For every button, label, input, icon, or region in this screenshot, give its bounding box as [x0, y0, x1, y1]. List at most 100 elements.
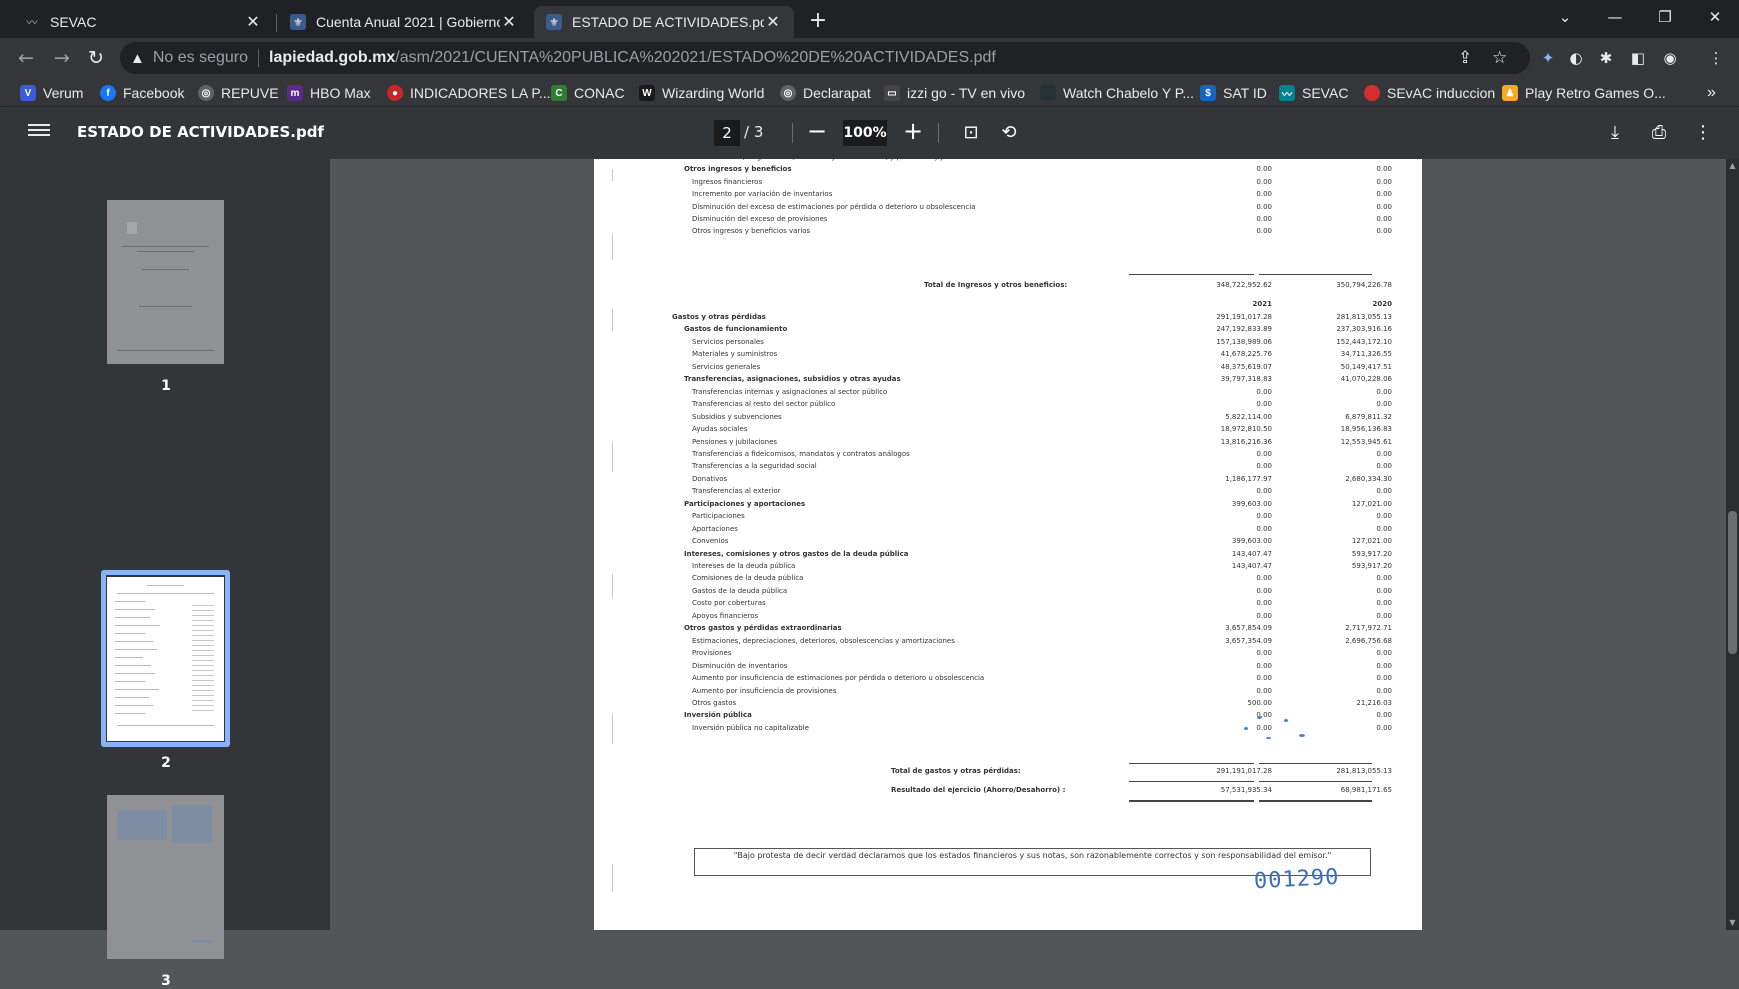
value-2021: 0.00 — [1256, 586, 1272, 595]
more-menu-icon[interactable]: ⋮ — [1702, 44, 1730, 72]
zoom-out-button[interactable]: − — [802, 117, 832, 147]
value-2021: 0.00 — [1256, 487, 1272, 496]
statement-row: Ingresos financieros 0.00 0.00 — [594, 178, 1422, 191]
thumbnail-page-1[interactable] — [107, 200, 224, 364]
bookmark-play-retro-games[interactable]: ♟ Play Retro Games O... — [1502, 83, 1666, 103]
statement-row: Subsidios y subvenciones 5,822,114.00 6,87… — [594, 413, 1422, 426]
scrollbar-thumb[interactable] — [1728, 511, 1737, 654]
thumb-mark — [192, 940, 212, 943]
fit-page-icon[interactable]: ⊡ — [958, 120, 984, 146]
vertical-scrollbar[interactable]: ▲ ▼ — [1726, 159, 1739, 930]
value-2020: 0.00 — [1376, 649, 1392, 658]
row-label: Intereses, comisiones y otros gastos de … — [684, 549, 909, 558]
bookmarks-overflow-button[interactable]: » — [1707, 83, 1716, 103]
tab-sevac[interactable]: 〰 SEVAC ✕ — [12, 6, 274, 38]
page-number-input[interactable]: 2 — [714, 120, 740, 146]
forward-button[interactable]: → — [48, 44, 76, 72]
download-icon[interactable]: ⤓ — [1602, 120, 1628, 146]
warning-icon: ▲ — [130, 49, 145, 67]
value-2021: 41,678,225.76 — [1220, 350, 1272, 359]
total-gastos-row: Total de gastos y otras pérdidas: 291,19… — [594, 767, 1422, 780]
close-tab-icon[interactable]: ✕ — [244, 12, 262, 32]
avatar[interactable]: ◉ — [1656, 44, 1684, 72]
zoom-level-input[interactable]: 100% — [843, 120, 887, 146]
row-label: Materiales y suministros — [692, 350, 778, 359]
print-icon[interactable]: ⎙ — [1646, 120, 1672, 146]
bookmark-watch-chabelo[interactable]: Watch Chabelo Y P... — [1040, 83, 1194, 103]
reload-button[interactable]: ↻ — [82, 44, 110, 72]
bookmark-sevac[interactable]: 〰 SEVAC — [1279, 83, 1348, 103]
row-label: Inversión pública no capitalizable — [692, 723, 809, 732]
total-gastos-label: Total de gastos y otras pérdidas: — [891, 767, 1021, 775]
thumbnail-page-3[interactable] — [107, 795, 224, 959]
bookmark-izzi-go[interactable]: ▭ izzi go - TV en vivo — [884, 83, 1025, 103]
hbo-max-icon: m — [287, 85, 303, 101]
value-2021: 0.00 — [1256, 574, 1272, 583]
pdf-viewport[interactable]: Transferencias, asignaciones, subsidios … — [330, 159, 1726, 930]
close-tab-icon[interactable]: ✕ — [500, 12, 518, 32]
bookmark-sat-id[interactable]: $ SAT ID — [1200, 83, 1267, 103]
bookmark-facebook[interactable]: f Facebook — [100, 83, 184, 103]
bookmark-indicadores[interactable]: ● INDICADORES LA P... — [387, 83, 551, 103]
bookmark-hbo-max[interactable]: m HBO Max — [287, 83, 371, 103]
statement-row: Participaciones 0.00 0.00 — [594, 512, 1422, 525]
value-2020: 0.00 — [1376, 177, 1392, 186]
value-2021: 0.00 — [1256, 611, 1272, 620]
bookmark-sevac-induccion[interactable]: SEvAC induccion — [1364, 83, 1495, 103]
rotate-icon[interactable]: ⟲ — [996, 120, 1022, 146]
tab-estado-actividades[interactable]: ⚜ ESTADO DE ACTIVIDADES.pdf ✕ — [534, 6, 794, 38]
thumbnail-page-2[interactable] — [107, 577, 224, 741]
value-2020: 0.00 — [1376, 674, 1392, 683]
statement-row: Provisiones 0.00 0.00 — [594, 649, 1422, 662]
thumb-line — [115, 681, 145, 682]
tab-cuenta-anual[interactable]: ⚜ Cuenta Anual 2021 | Gobierno de ✕ — [278, 6, 530, 38]
value-2020: 41,070,228.06 — [1340, 375, 1392, 384]
tab-search-button[interactable]: ⌄ — [1542, 0, 1588, 34]
statement-row: Servicios personales 157,138,989.06 152,44… — [594, 338, 1422, 351]
bookmark-wizarding-world[interactable]: W Wizarding World — [639, 83, 764, 103]
bookmark-verum[interactable]: V Verum — [20, 83, 83, 103]
statement-row: Inversión pública no capitalizable 0.00 0.… — [594, 724, 1422, 737]
scroll-up-icon[interactable]: ▲ — [1726, 159, 1739, 173]
bookmark-repuve[interactable]: ◎ REPUVE — [198, 83, 279, 103]
new-tab-button[interactable]: + — [804, 8, 832, 36]
thumb-line — [122, 246, 209, 247]
statement-row: Pensiones y jubilaciones 13,816,216.36 12,… — [594, 438, 1422, 451]
statement-row: Otros ingresos y beneficios 0.00 0.00 — [594, 165, 1422, 178]
close-window-button[interactable]: ✕ — [1692, 0, 1738, 34]
row-label: Servicios generales — [692, 362, 761, 371]
share-icon[interactable]: ⇪ — [1458, 48, 1472, 68]
more-actions-icon[interactable]: ⋮ — [1690, 120, 1716, 146]
puzzle-icon[interactable]: ✱ — [1592, 44, 1620, 72]
folio-stamp: 001290 — [1253, 864, 1341, 895]
browser-toolbar: ← → ↻ ▲ No es seguro lapiedad.gob.mx /as… — [0, 38, 1739, 79]
sidebar-menu-icon[interactable] — [28, 121, 50, 143]
thumbnail-label: 1 — [161, 378, 171, 394]
back-button[interactable]: ← — [12, 44, 40, 72]
bookmark-label: HBO Max — [310, 85, 371, 101]
thumbnail-label: 3 — [161, 973, 171, 989]
total-ingresos-2021: 348,722,952.62 — [1216, 281, 1272, 289]
statement-row: Disminución de inventarios 0.00 0.00 — [594, 662, 1422, 675]
bookmark-star-icon[interactable]: ☆ — [1492, 48, 1507, 68]
toolbar-divider — [792, 123, 793, 143]
statement-row: Transferencias a la seguridad social 0.00… — [594, 462, 1422, 475]
bookmark-conac[interactable]: C CONAC — [551, 83, 625, 103]
restore-button[interactable]: ❐ — [1642, 0, 1688, 34]
statement-row: Comisiones de la deuda pública 0.00 0.00 — [594, 574, 1422, 587]
sidepanel-icon[interactable]: ◧ — [1624, 44, 1652, 72]
extension-icon[interactable]: ◐ — [1562, 44, 1590, 72]
extension-icon[interactable]: ✦ — [1534, 44, 1562, 72]
zoom-in-button[interactable]: + — [898, 117, 928, 147]
bookmark-declarapat[interactable]: ◎ Declarapat — [780, 83, 871, 103]
bookmark-label: Play Retro Games O... — [1525, 85, 1666, 101]
minimize-button[interactable]: — — [1592, 0, 1638, 34]
value-2020: 0.00 — [1376, 574, 1392, 583]
statement-row: Transferencias al resto del sector públi… — [594, 400, 1422, 413]
close-tab-icon[interactable]: ✕ — [764, 12, 782, 32]
address-bar[interactable]: ▲ No es seguro lapiedad.gob.mx /asm/2021… — [120, 42, 1530, 74]
scroll-down-icon[interactable]: ▼ — [1726, 916, 1739, 930]
value-2020: 21,216.03 — [1356, 698, 1392, 707]
value-2020: 0.00 — [1376, 215, 1392, 223]
pdf-title: ESTADO DE ACTIVIDADES.pdf — [77, 123, 324, 141]
